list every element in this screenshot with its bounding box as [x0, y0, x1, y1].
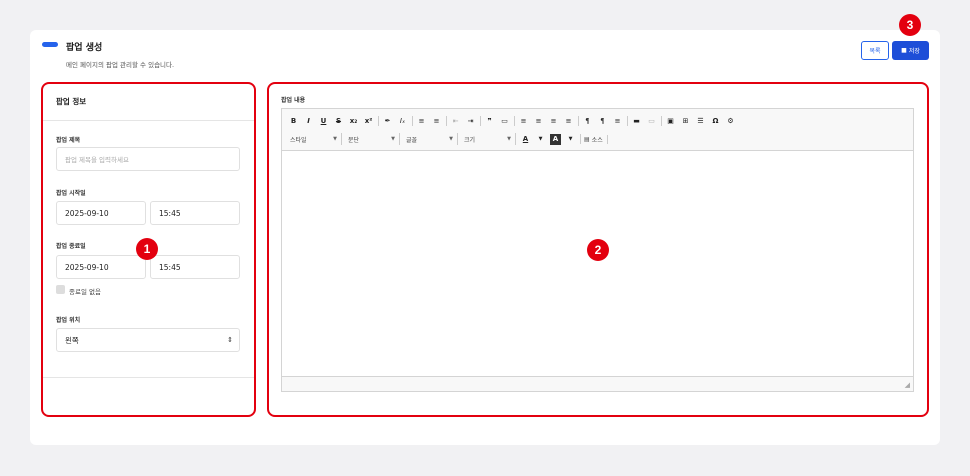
annotation-badge-2: 2	[587, 239, 609, 261]
save-button-label: 저장	[908, 48, 920, 55]
save-button[interactable]: ■ 저장	[892, 41, 929, 60]
annotation-badge-3: 3	[899, 14, 921, 36]
list-button[interactable]: 목록	[861, 41, 889, 60]
annotation-badge-1: 1	[136, 238, 158, 260]
page-description: 메인 페이지의 팝업 관리할 수 있습니다.	[66, 61, 175, 69]
floppy-disk-icon: ■	[901, 47, 907, 54]
title-accent-bar	[42, 42, 58, 47]
page-title: 팝업 생성	[66, 43, 103, 53]
